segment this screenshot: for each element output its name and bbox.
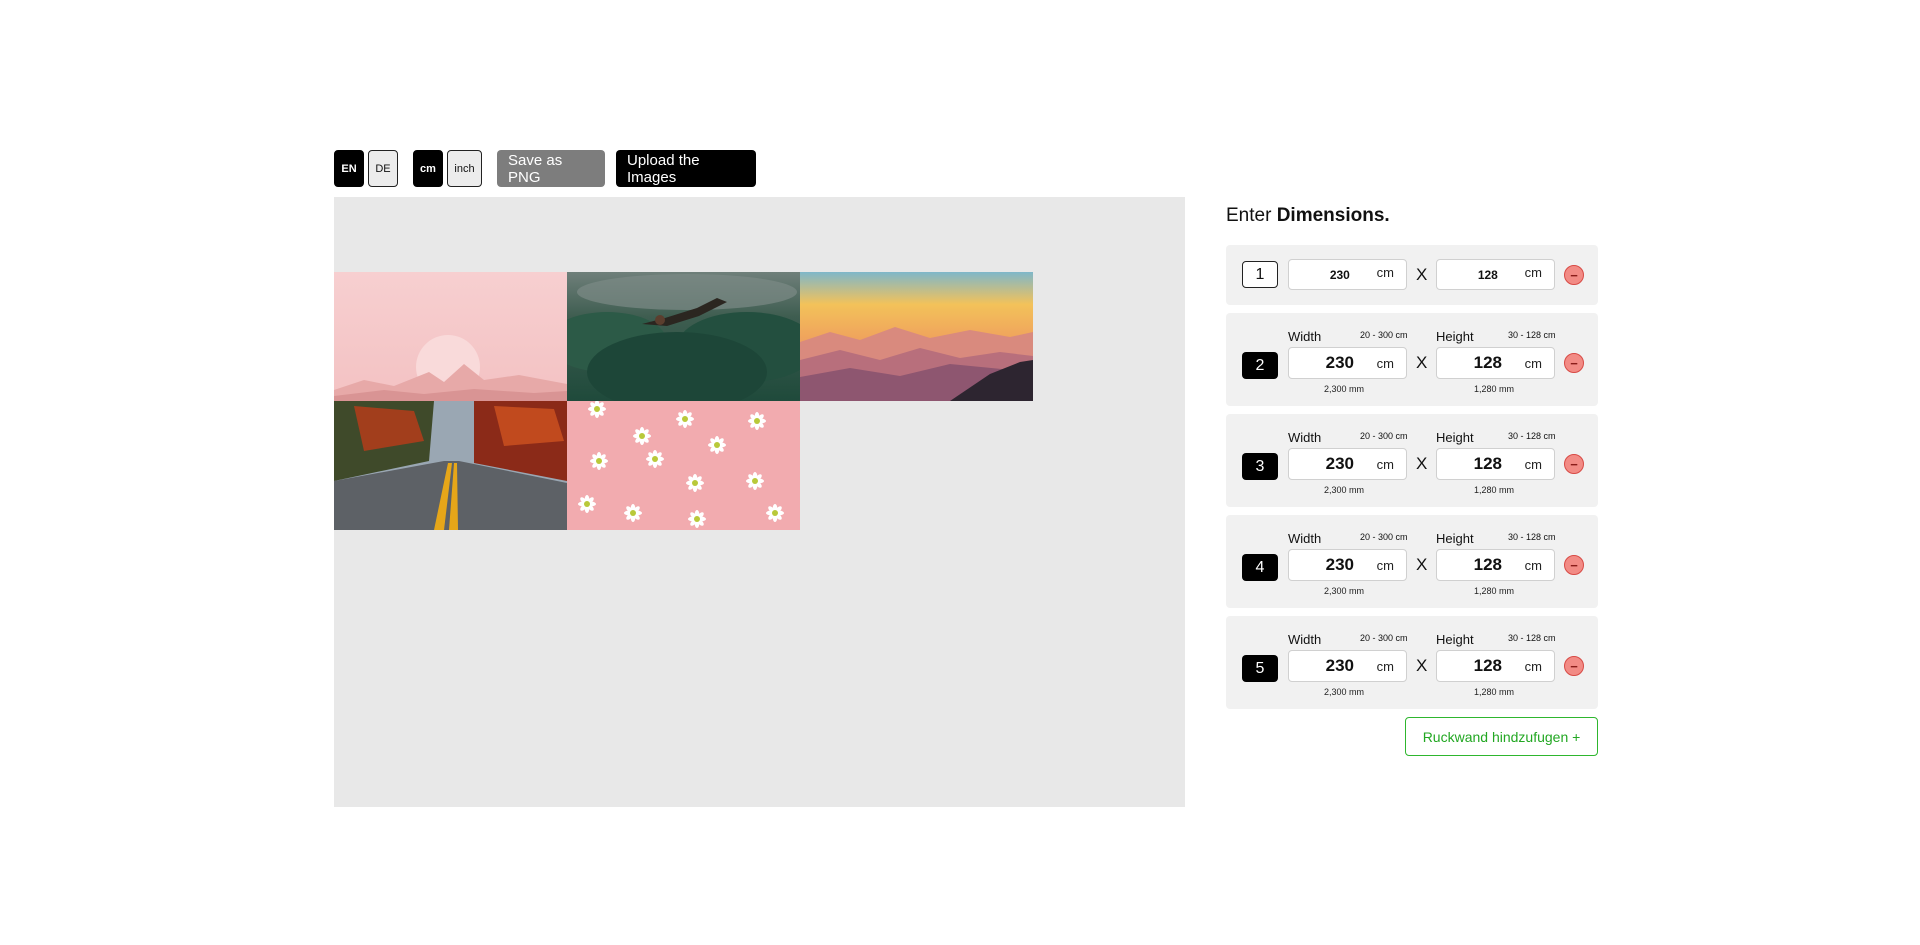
width-label: Width [1288, 329, 1322, 344]
height-label: Height [1436, 531, 1474, 546]
upload-images-button[interactable]: Upload the Images [616, 150, 756, 187]
height-mm: 1,280 mm [1474, 586, 1515, 596]
width-input[interactable]: 230 cm [1288, 347, 1407, 379]
height-unit: cm [1524, 557, 1542, 573]
height-value[interactable]: 128 [1437, 555, 1525, 575]
width-mm: 2,300 mm [1324, 485, 1365, 495]
panel-title: Enter Dimensions. [1226, 205, 1598, 245]
width-value[interactable]: 230 [1289, 555, 1377, 575]
image-autumn-road [334, 401, 567, 530]
width-unit: cm [1376, 658, 1394, 674]
row-number[interactable]: 4 [1242, 554, 1278, 581]
height-label: Height [1436, 329, 1474, 344]
preview-canvas [334, 197, 1185, 807]
height-value[interactable]: 128 [1437, 454, 1525, 474]
title-bold: Dimensions. [1276, 205, 1390, 226]
width-unit: cm [1376, 456, 1394, 472]
height-label: Height [1436, 430, 1474, 445]
lang-de-button[interactable]: DE [368, 150, 398, 187]
lang-en-button[interactable]: EN [334, 150, 364, 187]
width-value[interactable]: 230 [1289, 656, 1377, 676]
height-input[interactable]: 128 cm [1436, 549, 1555, 581]
image-pink-moon [334, 272, 567, 401]
unit-cm-button[interactable]: cm [413, 150, 443, 187]
width-input[interactable]: 230 cm [1288, 549, 1407, 581]
add-row-container: Ruckwand hindzufugen + [1226, 717, 1598, 765]
image-pink-daisies [567, 401, 800, 530]
image-sunset-mountains [800, 272, 1033, 401]
title-prefix: Enter [1226, 205, 1272, 226]
height-range: 30 - 128 cm [1508, 330, 1556, 340]
times-separator: X [1416, 555, 1428, 574]
height-label: Height [1436, 632, 1474, 647]
height-value[interactable]: 128 [1437, 656, 1525, 676]
height-mm: 1,280 mm [1474, 485, 1515, 495]
row-number[interactable]: 1 [1242, 261, 1278, 288]
remove-row-icon[interactable]: − [1564, 454, 1584, 474]
width-unit: cm [1376, 265, 1394, 280]
width-input[interactable]: 230 cm [1288, 650, 1407, 682]
height-input[interactable]: 128 cm [1436, 347, 1555, 379]
width-value[interactable]: 230 [1289, 268, 1377, 282]
height-input[interactable]: 128 cm [1436, 650, 1555, 682]
remove-row-icon[interactable]: − [1564, 265, 1584, 285]
dimensions-panel: Enter Dimensions. 1 230 cm X 128 cm − Wi… [1226, 197, 1598, 765]
width-value[interactable]: 230 [1289, 454, 1377, 474]
times-separator: X [1416, 353, 1428, 372]
height-input[interactable]: 128 cm [1436, 259, 1555, 290]
add-backwall-button[interactable]: Ruckwand hindzufugen + [1405, 717, 1598, 756]
width-label: Width [1288, 632, 1322, 647]
width-mm: 2,300 mm [1324, 586, 1365, 596]
image-green-forest [567, 272, 800, 401]
width-unit: cm [1376, 355, 1394, 371]
remove-row-icon[interactable]: − [1564, 353, 1584, 373]
width-mm: 2,300 mm [1324, 687, 1365, 697]
width-range: 20 - 300 cm [1360, 431, 1408, 441]
dimension-row: Width 20 - 300 cm Height 30 - 128 cm 2 2… [1226, 313, 1598, 406]
height-value[interactable]: 128 [1437, 353, 1525, 373]
dimension-row: Width 20 - 300 cm Height 30 - 128 cm 4 2… [1226, 515, 1598, 608]
height-unit: cm [1524, 456, 1542, 472]
width-range: 20 - 300 cm [1360, 633, 1408, 643]
height-mm: 1,280 mm [1474, 384, 1515, 394]
dimension-row: Width 20 - 300 cm Height 30 - 128 cm 5 2… [1226, 616, 1598, 709]
times-separator: X [1416, 454, 1428, 473]
height-unit: cm [1524, 658, 1542, 674]
height-unit: cm [1524, 355, 1542, 371]
width-mm: 2,300 mm [1324, 384, 1365, 394]
row-number[interactable]: 3 [1242, 453, 1278, 480]
times-separator: X [1416, 265, 1428, 284]
remove-row-icon[interactable]: − [1564, 555, 1584, 575]
row-number[interactable]: 5 [1242, 655, 1278, 682]
height-range: 30 - 128 cm [1508, 431, 1556, 441]
width-input[interactable]: 230 cm [1288, 259, 1407, 290]
height-range: 30 - 128 cm [1508, 633, 1556, 643]
width-value[interactable]: 230 [1289, 353, 1377, 373]
width-range: 20 - 300 cm [1360, 330, 1408, 340]
dimension-row: Width 20 - 300 cm Height 30 - 128 cm 3 2… [1226, 414, 1598, 507]
width-label: Width [1288, 430, 1322, 445]
remove-row-icon[interactable]: − [1564, 656, 1584, 676]
height-mm: 1,280 mm [1474, 687, 1515, 697]
width-range: 20 - 300 cm [1360, 532, 1408, 542]
toolbar: EN DE cm inch Save as PNG Upload the Ima… [334, 150, 756, 187]
width-input[interactable]: 230 cm [1288, 448, 1407, 480]
height-range: 30 - 128 cm [1508, 532, 1556, 542]
unit-inch-button[interactable]: inch [447, 150, 482, 187]
times-separator: X [1416, 656, 1428, 675]
height-unit: cm [1524, 265, 1542, 280]
height-value[interactable]: 128 [1437, 268, 1525, 282]
row-number[interactable]: 2 [1242, 352, 1278, 379]
dimension-row: 1 230 cm X 128 cm − [1226, 245, 1598, 305]
save-png-button[interactable]: Save as PNG [497, 150, 605, 187]
width-unit: cm [1376, 557, 1394, 573]
width-label: Width [1288, 531, 1322, 546]
height-input[interactable]: 128 cm [1436, 448, 1555, 480]
